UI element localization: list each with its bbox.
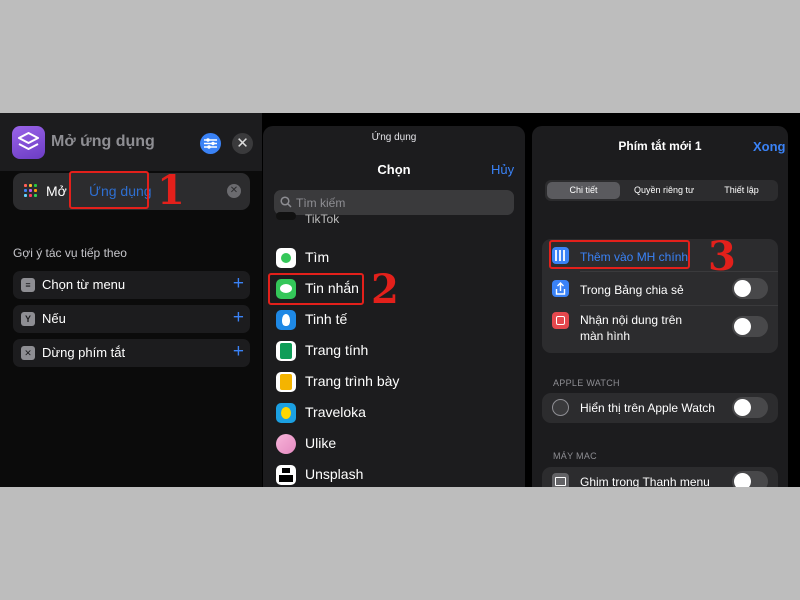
highlight-messages [268,273,364,305]
option-pin-in-menu-bar: Ghim trong Thanh menu [542,471,778,487]
option-receive-screen-content: Nhận nội dung trên màn hình [542,309,778,349]
share-sheet-toggle[interactable] [732,278,768,299]
add-icon[interactable]: + [233,307,244,329]
app-label: Traveloka [305,404,366,420]
apple-watch-card: Hiển thị trên Apple Watch [542,393,778,423]
suggestion-label: Chọn từ menu [42,277,126,292]
highlight-app-parameter [69,171,149,209]
option-label: Trong Bảng chia sẻ [580,283,684,297]
picker-top-label: Ứng dụng [371,132,417,143]
tiktok-icon [276,212,296,220]
suggestion-label: Nếu [42,311,66,326]
app-grid-icon [24,184,38,198]
menu-list-icon: ≡ [21,278,35,292]
option-label: Hiển thị trên Apple Watch [580,401,715,415]
option-label: Ghim trong Thanh menu [580,475,710,487]
highlight-add-to-home-screen [549,240,690,269]
shortcuts-app-icon [12,126,45,159]
app-label: Ulike [305,435,337,451]
shortcut-title: Phím tắt mới 1 [618,139,702,153]
search-icon [280,196,292,208]
tab-privacy[interactable]: Quyền riêng tư [623,182,705,199]
suggestions-title: Gợi ý tác vụ tiếp theo [13,246,127,260]
clear-icon[interactable]: ✕ [227,184,241,198]
close-icon[interactable]: ✕ [232,133,253,154]
step-number-1: 1 [157,167,185,214]
menu-bar-toggle[interactable] [732,471,768,487]
step-number-3: 3 [708,233,736,280]
mac-section-header: MÁY MAC [553,451,597,461]
screenshot-strip: Mở ứng dụng ✕ Mở Ứng dụng ✕ 1 Gợi ý tác … [0,113,800,487]
app-label: Trang trình bày [305,373,400,389]
open-verb: Mở [46,183,67,199]
done-button[interactable]: Xong [753,139,786,154]
app-label: Trang tính [305,342,369,358]
suggestion-stop-shortcut[interactable]: ✕ Dừng phím tắt + [13,339,250,367]
picker-title: Chọn [377,162,411,177]
app-label: Tìm [305,249,330,265]
apple-watch-section-header: APPLE WATCH [553,378,620,388]
cancel-button[interactable]: Hủy [491,162,514,177]
add-icon[interactable]: + [233,273,244,295]
details-tabs: Chi tiết Quyền riêng tư Thiết lập [545,180,778,201]
tinhte-icon [276,310,296,330]
share-icon [552,280,569,297]
suggestion-if[interactable]: Y Nếu + [13,305,250,333]
tab-setup[interactable]: Thiết lập [707,182,776,199]
apple-watch-icon [552,399,569,416]
tab-details[interactable]: Chi tiết [547,182,620,199]
action-header: Mở ứng dụng ✕ [0,113,262,171]
screen-capture-icon [552,312,569,329]
action-editor-panel: Mở ứng dụng ✕ Mở Ứng dụng ✕ 1 Gợi ý tác … [0,113,262,487]
app-label: Tinh tế [305,311,348,327]
suggestion-label: Dừng phím tắt [42,345,126,360]
find-my-icon [276,248,296,268]
mac-card: Ghim trong Thanh menu [542,467,778,487]
option-share-sheet: Trong Bảng chia sẻ [542,277,778,301]
traveloka-icon [276,403,296,423]
option-show-on-apple-watch: Hiển thị trên Apple Watch [542,397,778,419]
suggestion-choose-from-menu[interactable]: ≡ Chọn từ menu + [13,271,250,299]
app-label: Unsplash [305,466,364,482]
sheets-icon [276,341,296,361]
divider [580,271,778,272]
app-label: TikTok [305,212,340,226]
stop-icon: ✕ [21,346,35,360]
menu-bar-icon [552,473,569,487]
apple-watch-toggle[interactable] [732,397,768,418]
add-icon[interactable]: + [233,341,244,363]
action-title: Mở ứng dụng [51,133,155,150]
screen-content-toggle[interactable] [732,316,768,337]
ulike-icon [276,434,296,454]
option-label: Nhận nội dung trên màn hình [580,313,683,343]
branch-icon: Y [21,312,35,326]
slides-icon [276,372,296,392]
step-number-2: 2 [371,266,399,313]
shortcut-details-panel: Phím tắt mới 1 Xong Chi tiết Quyền riêng… [532,126,788,487]
divider [580,305,778,306]
unsplash-icon [276,465,296,485]
settings-sliders-icon[interactable] [200,133,221,154]
